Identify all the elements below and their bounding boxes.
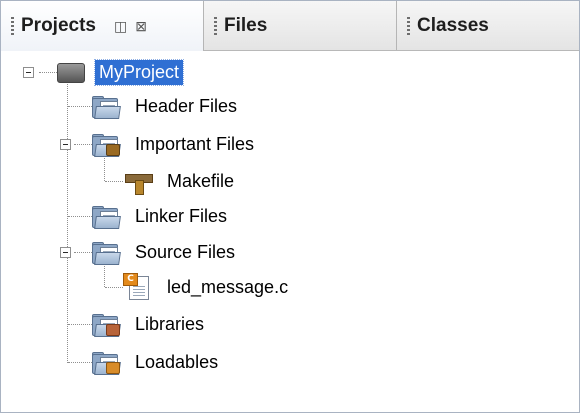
tree-connector xyxy=(105,181,123,182)
tree-node-source-files[interactable]: Source Files xyxy=(91,235,239,269)
close-tab-icon[interactable]: ⊠ xyxy=(135,18,147,35)
minimize-window-icon[interactable]: ◫ xyxy=(114,18,127,35)
tree-node-important-files[interactable]: Important Files xyxy=(91,127,258,161)
collapse-toggle-icon[interactable] xyxy=(23,67,34,78)
tree-node-label: Source Files xyxy=(135,241,236,262)
tree-node-led-message-c[interactable]: C led_message.c xyxy=(123,270,292,304)
tree-connector xyxy=(68,362,92,363)
source-folder-icon xyxy=(91,238,121,266)
grip-icon xyxy=(214,15,218,37)
tree-node-loadables[interactable]: Loadables xyxy=(91,345,222,379)
tree-connector xyxy=(105,287,123,288)
tab-files[interactable]: Files xyxy=(204,1,397,50)
tree-node-label: Loadables xyxy=(135,351,219,372)
grip-icon xyxy=(407,15,411,37)
tree-node-libraries[interactable]: Libraries xyxy=(91,307,208,341)
grip-icon xyxy=(11,15,15,37)
tab-strip: Projects ◫ ⊠ Files Classes xyxy=(1,1,579,51)
important-folder-icon xyxy=(91,130,121,158)
tree-node-linker-files[interactable]: Linker Files xyxy=(91,199,231,233)
tree-node-label: Makefile xyxy=(167,170,235,191)
collapse-toggle-icon[interactable] xyxy=(60,139,71,150)
header-folder-icon xyxy=(91,92,121,120)
tree-node-myproject[interactable]: MyProject xyxy=(54,55,185,89)
tab-classes[interactable]: Classes xyxy=(397,1,579,50)
loadables-folder-icon xyxy=(91,348,121,376)
makefile-icon xyxy=(123,167,153,195)
tree-node-header-files[interactable]: Header Files xyxy=(91,89,241,123)
tree-node-label: led_message.c xyxy=(167,276,289,297)
tree-node-label: Libraries xyxy=(135,313,205,334)
tree-node-makefile[interactable]: Makefile xyxy=(123,164,238,198)
tree-connector xyxy=(68,216,92,217)
libraries-folder-icon xyxy=(91,310,121,338)
tree-connector xyxy=(68,106,92,107)
tab-label: Projects xyxy=(21,15,96,36)
tree-connector xyxy=(68,324,92,325)
tree-node-label: MyProject xyxy=(93,58,185,86)
tab-projects[interactable]: Projects ◫ ⊠ xyxy=(1,1,204,51)
tree-node-label: Header Files xyxy=(135,95,238,116)
tree-node-label: Important Files xyxy=(135,133,255,154)
tree-connector xyxy=(67,73,68,363)
tree-node-label: Linker Files xyxy=(135,205,228,226)
c-file-icon: C xyxy=(123,273,153,301)
tab-label: Classes xyxy=(417,14,489,36)
tree-connector xyxy=(74,252,92,253)
chip-icon xyxy=(54,58,88,86)
collapse-toggle-icon[interactable] xyxy=(60,247,71,258)
linker-folder-icon xyxy=(91,202,121,230)
tab-label: Files xyxy=(224,14,268,36)
project-tree: MyProject Header Files Important Files M… xyxy=(1,51,579,411)
tree-connector xyxy=(74,144,92,145)
projects-window: Projects ◫ ⊠ Files Classes MyProject Hea… xyxy=(0,0,580,413)
